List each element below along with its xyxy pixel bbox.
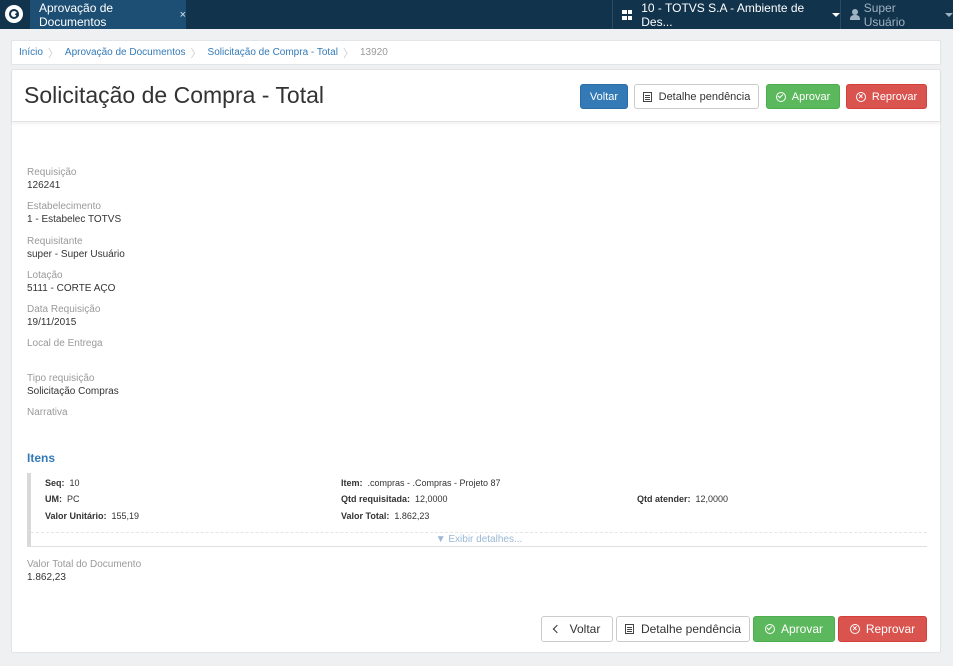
breadcrumb-aprovacao[interactable]: Aprovação de Documentos [65,47,186,58]
breadcrumb-separator: 〉 [190,47,202,60]
chevron-down-icon [832,12,840,17]
app-tab-label: Aprovação de Documentos [39,0,114,29]
field-value: 5111 - CORTE AÇO [27,282,116,294]
detalhe-pendencia-bottom-button[interactable]: Detalhe pendência [616,616,750,642]
valor-total-label: Valor Total: [341,511,390,521]
breadcrumb-solicitacao[interactable]: Solicitação de Compra - Total [208,47,338,58]
field-value: 19/11/2015 [27,317,77,329]
aprovar-label: Aprovar [791,90,831,103]
breadcrumb-separator: 〉 [47,47,59,60]
item-valor-unitario: Valor Unitário: 155,19 [45,511,139,521]
item-qtd-atender: Qtd atender: 12,0000 [637,494,728,504]
field-lotacao: Lotação 5111 - CORTE AÇO [27,269,125,303]
check-circle-icon [775,91,786,102]
detalhe-bottom-label: Detalhe pendência [640,622,742,636]
field-label: Lotação [27,269,63,281]
field-estabelecimento: Estabelecimento 1 - Estabelec TOTVS [27,200,125,234]
breadcrumb-separator: 〉 [342,47,354,60]
aprovar-bottom-label: Aprovar [780,622,824,636]
user-icon [850,9,860,20]
item-um: UM: PC [45,494,80,504]
field-local-entrega: Local de Entrega [27,337,125,371]
reprovar-bottom-button[interactable]: × Reprovar [838,616,927,642]
close-circle-icon: × [855,91,866,102]
breadcrumb-current: 13920 [359,47,388,58]
seq-value: 10 [69,478,80,488]
voltar-label: Voltar [589,90,619,103]
exibir-detalhes-link[interactable]: ▼ Exibir detalhes... [31,534,927,545]
qtd-requisitada-label: Qtd requisitada: [341,494,411,504]
page-title: Solicitação de Compra - Total [24,82,324,108]
field-label: Estabelecimento [27,201,101,213]
total-value: 1.862,23 [27,572,66,583]
document-card: Solicitação de Compra - Total Voltar Det… [11,69,941,653]
reprovar-label: Reprovar [871,90,918,103]
um-label: UM: [45,494,62,504]
document-total: Valor Total do Documento 1.862,23 [27,558,141,584]
voltar-bottom-button[interactable]: Voltar [541,616,613,642]
field-data-requisicao: Data Requisição 19/11/2015 [27,303,125,337]
valor-total-value: 1.862,23 [394,511,430,521]
check-circle-icon [764,624,775,634]
company-label: 10 - TOTVS S.A - Ambiente de Des... [641,0,805,29]
qtd-atender-label: Qtd atender: [637,494,691,504]
total-label: Valor Total do Documento [27,559,142,570]
seq-label: Seq: [45,478,65,488]
company-selector[interactable]: 10 - TOTVS S.A - Ambiente de Des... [612,0,840,29]
field-requisicao: Requisição 126241 [27,166,125,200]
field-label: Local de Entrega [27,338,103,350]
field-value: super - Super Usuário [27,248,125,260]
item-qtd-requisitada: Qtd requisitada: 12,0000 [341,494,448,504]
items-section-title: Itens [27,451,56,465]
qtd-atender-value: 12,0000 [695,494,729,504]
field-label: Requisição [27,167,77,178]
field-tipo-requisicao: Tipo requisição Solicitação Compras [27,372,125,406]
page-header: Solicitação de Compra - Total Voltar Det… [12,70,940,122]
field-label: Data Requisição [27,304,101,316]
um-value: PC [67,494,80,504]
chevron-left-icon [552,624,561,634]
document-fields: Requisição 126241 Estabelecimento 1 - Es… [27,166,125,440]
field-requisitante: Requisitante super - Super Usuário [27,235,125,269]
divider [31,532,927,533]
qtd-requisitada-value: 12,0000 [415,494,448,504]
aprovar-bottom-button[interactable]: Aprovar [753,616,835,642]
detalhe-pendencia-button[interactable]: Detalhe pendência [634,84,759,109]
item-seq: Seq: 10 [45,478,80,488]
reprovar-bottom-label: Reprovar [865,622,916,636]
item-valor-total: Valor Total: 1.862,23 [341,511,429,521]
valor-unitario-value: 155,19 [111,511,140,521]
voltar-button[interactable]: Voltar [580,84,628,109]
reprovar-button[interactable]: × Reprovar [846,84,927,109]
document-list-icon [642,91,652,102]
voltar-bottom-label: Voltar [569,622,601,636]
totvs-logo-icon[interactable] [5,5,23,23]
field-label: Requisitante [27,235,83,247]
item-item: Item: .compras - .Compras - Projeto 87 [341,478,501,488]
field-narrativa: Narrativa [27,406,125,440]
field-value: 126241 [27,180,61,191]
field-label: Tipo requisição [27,372,95,384]
field-value: Solicitação Compras [27,385,119,397]
close-icon[interactable]: × [180,9,186,21]
top-navbar: Aprovação de Documentos × 10 - TOTVS S.A… [0,0,953,29]
grid-icon [622,9,633,20]
user-menu[interactable]: Super Usuário [840,0,953,29]
breadcrumb-inicio[interactable]: Início [19,47,43,58]
detalhe-label: Detalhe pendência [658,90,751,103]
user-name: Super Usuário [863,0,906,29]
valor-unitario-label: Valor Unitário: [45,511,107,521]
app-tab-aprovacao[interactable]: Aprovação de Documentos × [30,0,186,29]
field-value: 1 - Estabelec TOTVS [27,214,122,226]
item-value: .compras - .Compras - Projeto 87 [367,478,501,488]
field-label: Narrativa [27,407,68,419]
item-label: Item: [341,478,363,488]
breadcrumb: Início 〉 Aprovação de Documentos 〉 Solic… [11,40,941,65]
close-circle-icon: × [849,624,860,634]
item-row: Seq: 10 Item: .compras - .Compras - Projet… [27,473,927,547]
document-list-icon [624,624,634,634]
chevron-down-icon [945,12,953,17]
aprovar-button[interactable]: Aprovar [766,84,840,109]
